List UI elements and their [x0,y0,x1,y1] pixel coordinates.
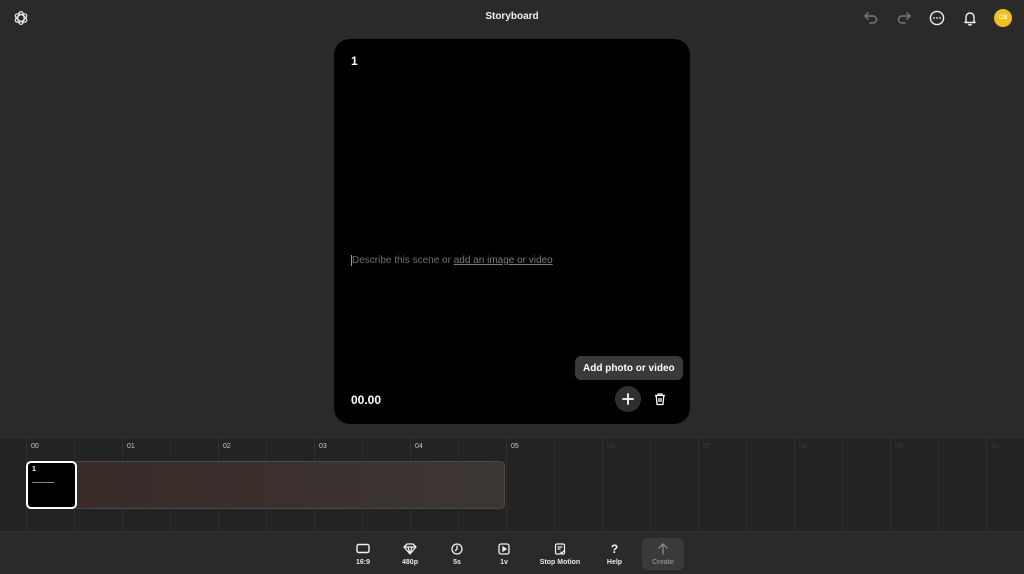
duration-button[interactable]: 5s [439,538,475,570]
help-button[interactable]: ? Help [587,538,642,570]
timer-icon [451,542,463,555]
duration-label: 5s [453,558,461,566]
timeline-tick-label: 00 [31,443,39,450]
scene-time: 00.00 [351,393,382,407]
timeline[interactable]: 00 01 02 03 04 05 06 07 08 09 10 1 [0,437,1024,532]
toolbar-items: 16:9 480p 5s 1v Stop Motion ? Help Creat… [345,538,684,570]
resolution-button[interactable]: 480p [381,538,439,570]
preset-label: Stop Motion [539,558,581,566]
avatar[interactable]: CB [994,9,1012,27]
plus-icon [622,393,634,405]
scene-card: 1 Describe this scene or add an image or… [334,39,690,424]
redo-icon[interactable] [894,8,914,28]
question-icon: ? [610,541,619,556]
create-label: Create [652,558,674,566]
top-bar: Storyboard CB [0,0,1024,36]
scene-number: 1 [351,54,358,68]
timeline-minor-tick [746,438,747,532]
storyboard-icon [554,542,566,555]
clip-thumbnail[interactable]: 1 [26,461,77,509]
play-square-icon [498,542,510,555]
timeline-tick-label: 02 [223,443,231,450]
timeline-tick-label: 08 [799,443,807,450]
bottom-toolbar: 16:9 480p 5s 1v Stop Motion ? Help Creat… [0,531,1024,574]
add-media-button[interactable] [615,386,641,412]
resolution-label: 480p [402,558,418,566]
aspect-ratio-label: 16:9 [355,558,370,566]
timeline-major-tick [794,438,795,532]
help-label: Help [606,558,623,566]
undo-icon[interactable] [861,8,881,28]
scene-prompt-placeholder: Describe this scene or [352,255,454,266]
timeline-major-tick [698,438,699,532]
timeline-tick-label: 05 [511,443,519,450]
timeline-minor-tick [650,438,651,532]
scene-prompt-input[interactable]: Describe this scene or add an image or v… [351,255,553,266]
diamond-icon [403,542,417,555]
top-actions: CB [848,8,1012,28]
aspect-ratio-button[interactable]: 16:9 [345,538,381,570]
preset-button[interactable]: Stop Motion [533,538,587,570]
clip-number: 1 [32,466,36,473]
arrow-up-icon [658,542,668,555]
timeline-tick-label: 01 [127,443,135,450]
timeline-major-tick [986,438,987,532]
timeline-minor-tick [554,438,555,532]
timeline-tick-label: 06 [607,443,615,450]
variations-button[interactable]: 1v [475,538,533,570]
create-button[interactable]: Create [642,538,684,570]
more-horizontal-icon[interactable] [927,8,947,28]
timeline-minor-tick [938,438,939,532]
variations-label: 1v [500,558,508,566]
trash-icon [655,393,665,406]
clip-track[interactable] [76,461,505,509]
timeline-tick-label: 07 [703,443,711,450]
timeline-major-tick [890,438,891,532]
clip-caption-line [32,482,54,483]
timeline-major-tick [602,438,603,532]
add-media-link[interactable]: add an image or video [454,255,553,266]
timeline-major-tick [506,438,507,532]
timeline-minor-tick [842,438,843,532]
bell-icon[interactable] [960,8,980,28]
timeline-tick-label: 10 [991,443,999,450]
timeline-tick-label: 09 [895,443,903,450]
add-media-tooltip: Add photo or video [575,356,683,380]
aspect-ratio-icon [356,543,370,554]
delete-scene-button[interactable] [651,390,669,408]
timeline-tick-label: 04 [415,443,423,450]
timeline-tick-label: 03 [319,443,327,450]
